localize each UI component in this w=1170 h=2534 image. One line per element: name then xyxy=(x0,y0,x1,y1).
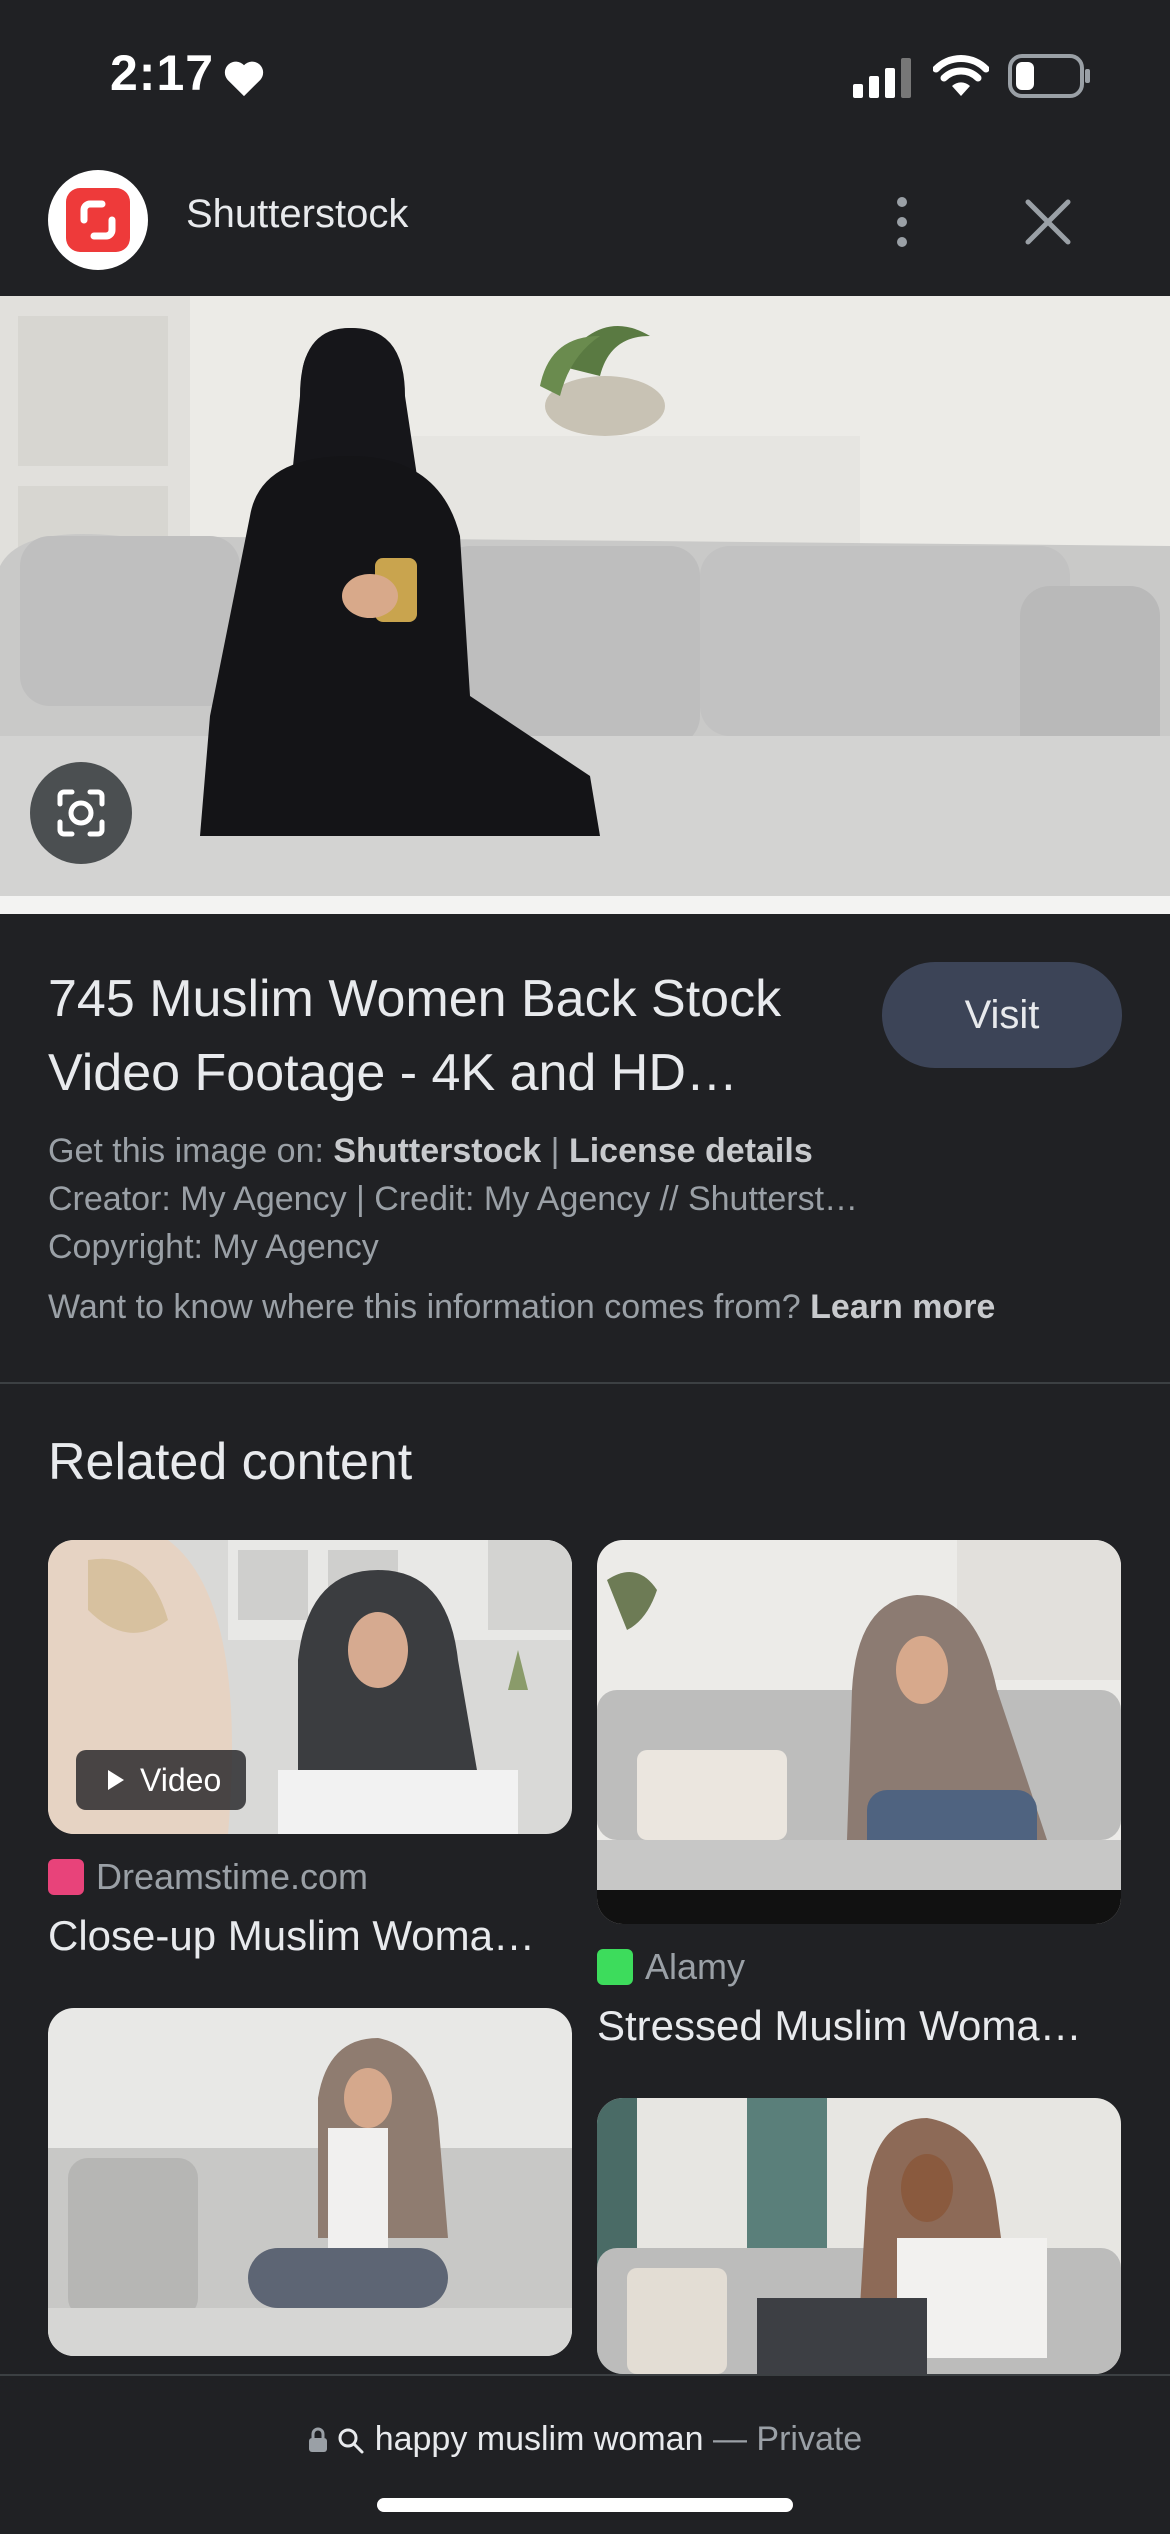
shutterstock-logo[interactable] xyxy=(48,170,148,270)
related-source-2: Alamy xyxy=(597,1946,745,1988)
related-source-name-1: Dreamstime.com xyxy=(96,1856,369,1897)
lens-search-button[interactable] xyxy=(30,762,132,864)
info-question: Want to know where this information come… xyxy=(48,1288,801,1326)
search-icon xyxy=(338,2428,364,2454)
play-icon xyxy=(108,1770,124,1790)
status-time: 2:17 xyxy=(110,45,215,101)
search-query: happy muslim woman xyxy=(374,2420,704,2458)
result-title-line1: 745 Muslim Women Back Stock xyxy=(48,970,782,1028)
related-content-heading: Related content xyxy=(48,1433,413,1491)
alamy-favicon-icon xyxy=(597,1949,633,1985)
related-photo-2 xyxy=(597,1540,1121,1924)
get-image-source-link[interactable]: Shutterstock xyxy=(333,1132,541,1170)
creator-line: Creator: My Agency | Credit: My Agency /… xyxy=(48,1180,859,1218)
url-display[interactable]: happy muslim woman — Private xyxy=(0,2420,1170,2459)
video-badge-label: Video xyxy=(140,1762,222,1798)
hero-image[interactable] xyxy=(0,296,1170,914)
private-separator: — xyxy=(712,2420,747,2458)
related-card-image-4[interactable] xyxy=(597,2098,1121,2374)
close-icon[interactable] xyxy=(1016,190,1080,254)
private-mode-label: Private xyxy=(756,2420,863,2458)
copyright-line: Copyright: My Agency xyxy=(48,1228,379,1266)
related-title-2[interactable]: Stressed Muslim Woma… xyxy=(597,2002,1082,2050)
get-image-line: Get this image on: Shutterstock | Licens… xyxy=(48,1132,813,1171)
related-card-image-3[interactable] xyxy=(48,2008,572,2356)
related-source-1: Dreamstime.com xyxy=(48,1856,368,1898)
bottom-url-bar[interactable]: happy muslim woman — Private xyxy=(0,2374,1170,2534)
viewer-header: Shutterstock xyxy=(0,150,1170,296)
dreamstime-favicon-icon xyxy=(48,1859,84,1895)
license-details-link[interactable]: License details xyxy=(569,1132,813,1170)
result-title-line2: Video Footage - 4K and HD… xyxy=(48,1044,738,1102)
result-title[interactable]: 745 Muslim Women Back Stock Video Footag… xyxy=(48,962,848,1110)
related-card-image-1[interactable]: Video xyxy=(48,1540,572,1834)
learn-more-link[interactable]: Learn more xyxy=(810,1288,995,1326)
battery-icon xyxy=(1008,54,1090,98)
google-lens-icon xyxy=(57,789,105,837)
meta-separator: | xyxy=(550,1132,560,1170)
status-bar: 2:17 xyxy=(0,0,1170,150)
cellular-signal-icon xyxy=(853,58,911,98)
site-name[interactable]: Shutterstock xyxy=(186,192,408,237)
lock-icon xyxy=(308,2427,327,2452)
shutterstock-logo-mark xyxy=(66,188,130,252)
info-source-line: Want to know where this information come… xyxy=(48,1288,995,1327)
related-card-image-2[interactable] xyxy=(597,1540,1121,1924)
section-divider xyxy=(0,1382,1170,1384)
home-indicator[interactable] xyxy=(377,2498,793,2512)
related-photo-4 xyxy=(597,2098,1121,2374)
more-options-icon[interactable] xyxy=(880,190,924,254)
related-photo-3 xyxy=(48,2008,572,2356)
shutterstock-glyph-icon xyxy=(80,200,116,240)
related-title-1[interactable]: Close-up Muslim Woma… xyxy=(48,1912,535,1960)
hero-photo xyxy=(0,296,1170,914)
wifi-icon xyxy=(933,55,989,96)
related-source-name-2: Alamy xyxy=(645,1946,746,1987)
heart-icon xyxy=(224,61,264,97)
video-badge: Video xyxy=(76,1750,246,1810)
visit-button[interactable]: Visit xyxy=(882,962,1122,1068)
get-image-prefix: Get this image on: xyxy=(48,1132,324,1170)
